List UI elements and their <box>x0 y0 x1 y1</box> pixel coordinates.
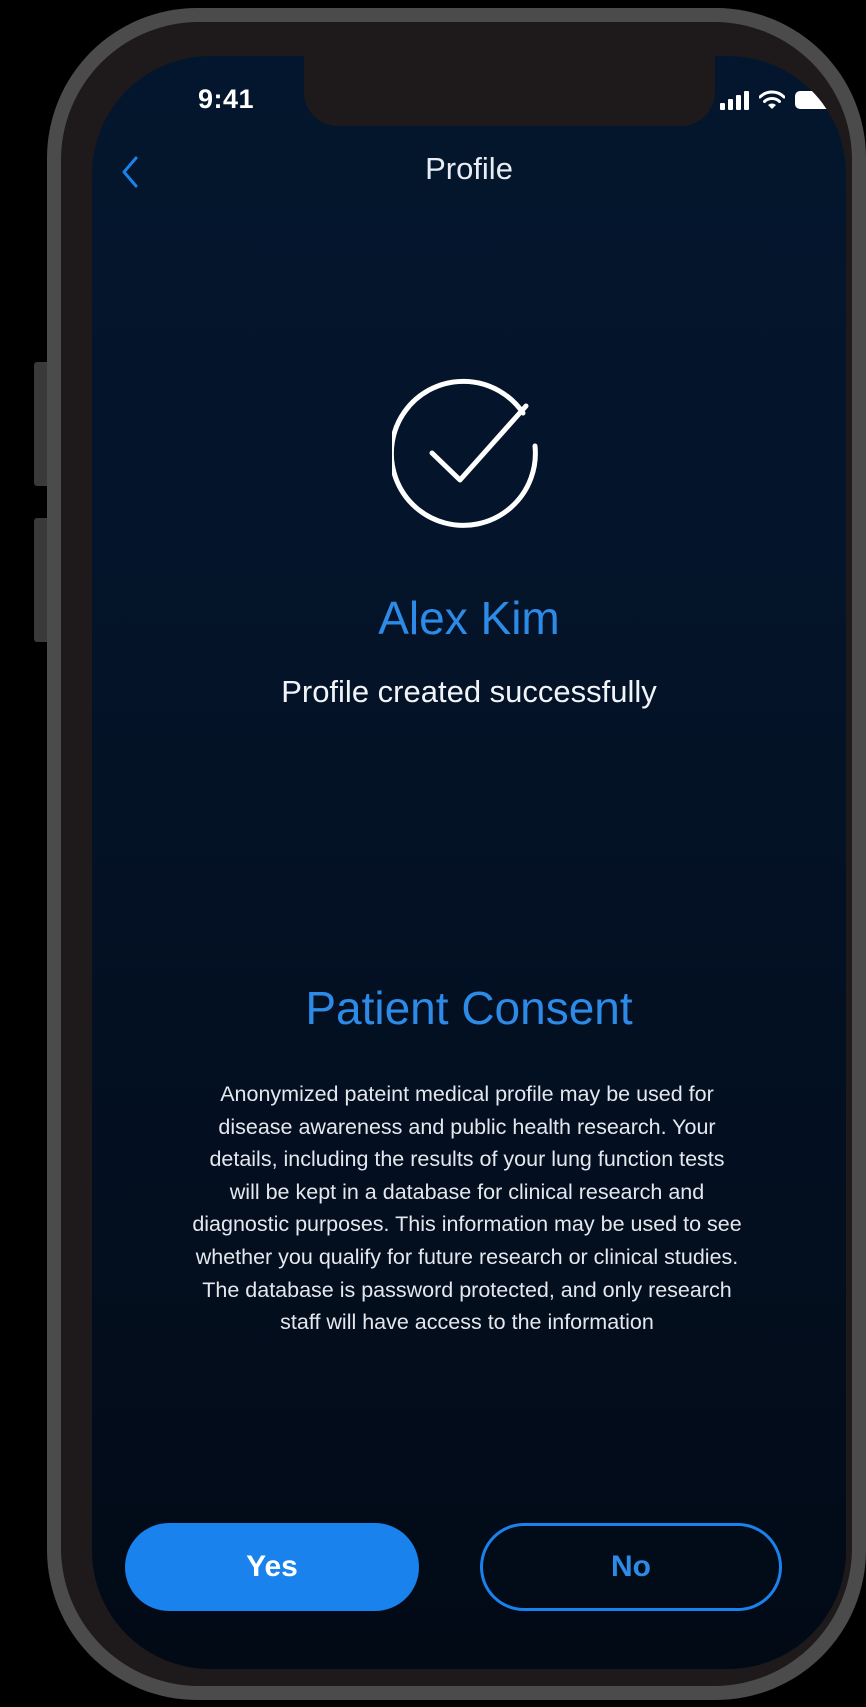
yes-button[interactable]: Yes <box>125 1523 419 1611</box>
volume-up-button <box>34 362 48 486</box>
status-icons <box>720 86 833 110</box>
volume-down-button <box>34 518 48 642</box>
app-screen: 9:41 Profile Alex Kim Profile created su… <box>92 56 846 1669</box>
success-message: Profile created successfully <box>281 674 657 709</box>
user-name: Alex Kim <box>378 592 560 644</box>
signal-icon <box>720 90 749 110</box>
page-title: Profile <box>425 151 513 186</box>
status-time: 9:41 <box>198 84 255 114</box>
battery-icon <box>795 91 833 109</box>
device-frame: 9:41 Profile Alex Kim Profile created su… <box>0 0 866 1707</box>
consent-text: Anonymized pateint medical profile may b… <box>192 1082 742 1335</box>
checkmark-circle-icon <box>392 378 538 528</box>
consent-heading: Patient Consent <box>305 982 633 1034</box>
wifi-icon <box>759 90 785 109</box>
no-button[interactable]: No <box>480 1523 782 1611</box>
notch <box>304 56 715 126</box>
